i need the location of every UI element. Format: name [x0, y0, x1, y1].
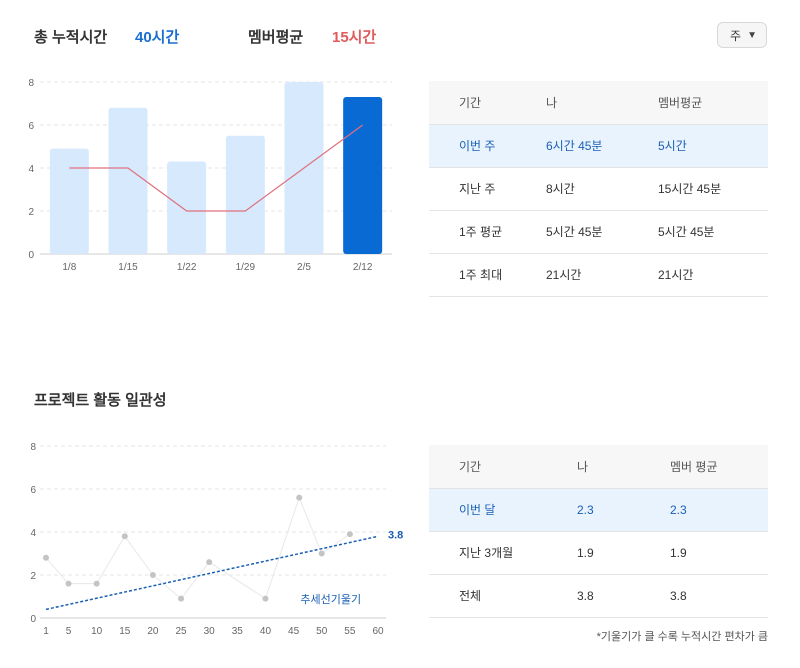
member-average-value: 15시간 [332, 29, 377, 46]
section-title: 프로젝트 활동 일관성 [34, 392, 167, 409]
data-point[interactable] [206, 559, 213, 566]
total-time-value: 40시간 [135, 29, 180, 46]
y-tick-label: 0 [28, 250, 34, 261]
bar[interactable] [49, 148, 89, 254]
x-tick-label: 1/22 [177, 262, 197, 273]
caret-down-icon: ▼ [747, 29, 757, 41]
table-cell: 2.3 [670, 502, 687, 517]
data-point[interactable] [121, 533, 128, 540]
column-header: 기간 [459, 95, 482, 110]
table-header-row: 기간 나 멤버평균 [429, 81, 768, 124]
y-tick-label: 6 [30, 485, 36, 496]
y-tick-label: 4 [30, 528, 36, 539]
table-cell: 6시간 45분 [546, 139, 603, 153]
bar[interactable] [108, 107, 148, 254]
x-tick-label: 55 [344, 626, 356, 637]
table-row: 이번 달 2.3 2.3 [429, 488, 768, 531]
data-point[interactable] [93, 580, 100, 587]
weekly-stats-table: 기간 나 멤버평균이번 주 6시간 45분 5시간지난 주 8시간 15시간 45분 1주 평… [429, 81, 768, 297]
table-cell: 21시간 [658, 268, 694, 282]
table-row: 지난 주 8시간 15시간 45분 [429, 167, 768, 210]
table-cell: 15시간 45분 [658, 182, 722, 196]
x-tick-label: 5 [66, 626, 72, 637]
x-tick-label: 2/5 [297, 262, 311, 273]
column-header: 멤버평균 [658, 95, 703, 110]
table-cell: 전체 [459, 589, 482, 603]
data-point[interactable] [318, 550, 325, 557]
table-cell: 3.8 [577, 588, 594, 603]
table-cell: 5시간 45분 [546, 225, 603, 239]
consistency-stats-table: 기간 나 멤버 평균이번 달 2.3 2.3 지난 3개월 1.9 1.9 전체 3.8 3.8 [429, 445, 768, 618]
y-tick-label: 2 [30, 571, 36, 582]
x-tick-label: 1 [43, 626, 49, 637]
y-tick-label: 0 [30, 614, 36, 625]
x-tick-label: 1/15 [118, 262, 138, 273]
x-tick-label: 10 [91, 626, 103, 637]
period-select[interactable]: 주 ▼ [717, 22, 767, 48]
column-header: 나 [546, 95, 558, 110]
weekly-time-chart: 0 2 4 6 8 1/8 1/15 1/22 1/29 2/5 2/12 [28, 78, 392, 273]
table-cell: 지난 3개월 [459, 546, 514, 560]
table-cell: 5시간 45분 [658, 225, 715, 239]
table-cell: 2.3 [577, 502, 594, 517]
x-tick-label: 25 [175, 626, 187, 637]
bar[interactable] [225, 135, 265, 254]
table-cell: 이번 주 [459, 139, 496, 153]
x-tick-label: 2/12 [353, 262, 373, 273]
table-cell: 1.9 [577, 545, 594, 560]
table-cell: 8시간 [546, 182, 575, 196]
column-header: 나 [577, 459, 589, 474]
y-tick-label: 8 [28, 78, 34, 89]
table-cell: 21시간 [546, 268, 582, 282]
table-cell: 1주 평균 [459, 225, 503, 239]
table-cell: 1주 최대 [459, 268, 503, 282]
x-tick-label: 1/8 [62, 262, 76, 273]
x-tick-label: 20 [147, 626, 159, 637]
data-point[interactable] [65, 580, 72, 587]
period-select-value: 주 [730, 28, 742, 43]
y-tick-label: 8 [30, 442, 36, 453]
data-point[interactable] [43, 554, 49, 561]
x-tick-label: 30 [204, 626, 216, 637]
table-row: 이번 주 6시간 45분 5시간 [429, 124, 768, 167]
bar[interactable] [343, 97, 383, 254]
x-tick-label: 1/29 [236, 262, 256, 273]
data-point[interactable] [149, 572, 156, 578]
data-point[interactable] [178, 595, 185, 602]
table-row: 1주 평균 5시간 45분 5시간 45분 [429, 210, 768, 253]
y-tick-label: 4 [28, 164, 34, 175]
data-point[interactable] [262, 595, 269, 602]
column-header: 멤버 평균 [670, 459, 718, 474]
footnote: *기울기가 클 수록 누적시간 편차가 큼 [596, 631, 768, 643]
table-row: 1주 최대 21시간 21시간 [429, 253, 768, 296]
table-cell: 1.9 [670, 545, 687, 560]
x-tick-label: 45 [288, 626, 300, 637]
table-cell: 5시간 [658, 139, 687, 153]
data-point[interactable] [296, 494, 303, 501]
x-tick-label: 40 [260, 626, 272, 637]
activity-consistency-chart: 024681 5 10 15 20 25 30 35 40 45 50 55 603.8추세선기울기 [30, 442, 403, 637]
activity-line [45, 496, 351, 600]
bar[interactable] [167, 161, 207, 254]
table-header-row: 기간 나 멤버 평균 [429, 445, 768, 488]
table-cell: 3.8 [670, 588, 687, 603]
x-tick-label: 50 [316, 626, 328, 637]
table-row: 전체 3.8 3.8 [429, 574, 768, 617]
data-point[interactable] [346, 531, 353, 538]
member-average-label: 멤버평균 [248, 29, 304, 46]
x-tick-label: 35 [232, 626, 244, 637]
table-row: 지난 3개월 1.9 1.9 [429, 531, 768, 574]
table-cell: 지난 주 [459, 182, 496, 196]
y-tick-label: 2 [28, 207, 34, 218]
total-time-label: 총 누적시간 [34, 29, 108, 46]
y-tick-label: 6 [28, 121, 34, 132]
column-header: 기간 [459, 459, 482, 474]
table-cell: 이번 달 [459, 503, 496, 517]
trend-end-label: 3.8 [388, 529, 403, 541]
x-tick-label: 15 [119, 626, 131, 637]
trend-label: 추세선기울기 [300, 593, 361, 606]
x-tick-label: 60 [372, 626, 384, 637]
